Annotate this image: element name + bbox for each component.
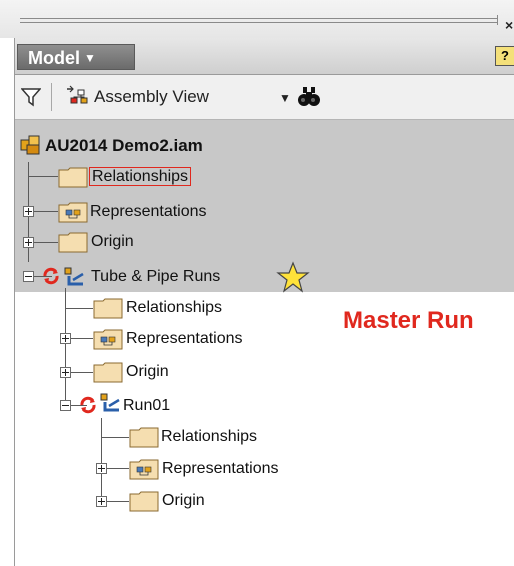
update-icon[interactable] <box>78 396 98 414</box>
panel-grip-end <box>497 15 498 25</box>
tree-item-relationships[interactable]: Relationships <box>161 424 257 450</box>
tree-item-origin[interactable]: Origin <box>91 229 134 255</box>
representations-icon <box>93 329 123 350</box>
tree-item-origin[interactable]: Origin <box>126 359 169 385</box>
run-icon <box>64 267 84 286</box>
assembly-view-icon[interactable] <box>65 84 91 108</box>
collapse-toggle[interactable] <box>23 271 34 282</box>
expand-toggle[interactable] <box>60 367 71 378</box>
filter-icon[interactable] <box>21 87 41 107</box>
folder-icon <box>93 362 123 383</box>
representations-icon <box>129 459 159 480</box>
expand-toggle[interactable] <box>96 463 107 474</box>
dropdown-arrow-icon[interactable]: ▼ <box>279 91 291 105</box>
tree-item-origin[interactable]: Origin <box>162 488 205 514</box>
folder-icon <box>58 232 88 253</box>
panel-grip-line <box>20 22 498 23</box>
assembly-icon <box>20 135 40 155</box>
collapse-toggle[interactable] <box>60 400 71 411</box>
run-icon <box>100 393 120 412</box>
expand-toggle[interactable] <box>60 333 71 344</box>
star-icon <box>276 261 310 293</box>
folder-icon <box>129 427 159 448</box>
model-browser: Model ▼ ? Assembly View ▼ AU2014 Demo2.i… <box>14 38 514 566</box>
tree-item-run01[interactable]: Run01 <box>123 393 170 419</box>
tree-item-representations[interactable]: Representations <box>90 199 207 225</box>
expand-toggle[interactable] <box>96 496 107 507</box>
tree-root-assembly[interactable]: AU2014 Demo2.iam <box>45 133 203 159</box>
find-binoculars-icon[interactable] <box>297 85 321 107</box>
model-dropdown-button[interactable]: Model ▼ <box>17 44 135 70</box>
tree-line <box>101 418 102 501</box>
panel-grip-line <box>20 18 498 19</box>
tree-item-tube-pipe-runs[interactable]: Tube & Pipe Runs <box>91 264 220 290</box>
panel-title-bar[interactable]: × <box>0 0 514 38</box>
representations-icon <box>58 202 88 223</box>
master-run-annotation: Master Run <box>343 307 474 334</box>
browser-header: Model ▼ ? <box>15 38 514 75</box>
tree-item-representations[interactable]: Representations <box>162 456 279 482</box>
tree-item-representations[interactable]: Representations <box>126 326 243 352</box>
tree-item-relationships[interactable]: Relationships <box>89 164 192 190</box>
model-label: Model <box>28 48 80 68</box>
tree-line <box>101 437 129 438</box>
browser-toolbar: Assembly View ▼ <box>15 75 514 120</box>
folder-icon <box>93 298 123 319</box>
toolbar-separator <box>51 83 52 111</box>
update-icon[interactable] <box>41 267 61 285</box>
assembly-view-label[interactable]: Assembly View <box>94 87 209 107</box>
tree-line <box>65 288 66 405</box>
folder-icon <box>58 167 88 188</box>
tree-line <box>65 308 93 309</box>
expand-toggle[interactable] <box>23 206 34 217</box>
tree-line <box>28 176 58 177</box>
help-icon[interactable]: ? <box>495 46 514 66</box>
close-icon[interactable]: × <box>505 18 513 32</box>
expand-toggle[interactable] <box>23 237 34 248</box>
chevron-down-icon: ▼ <box>84 51 96 65</box>
tree-item-relationships[interactable]: Relationships <box>126 295 222 321</box>
relationships-label: Relationships <box>89 167 192 186</box>
folder-icon <box>129 491 159 512</box>
